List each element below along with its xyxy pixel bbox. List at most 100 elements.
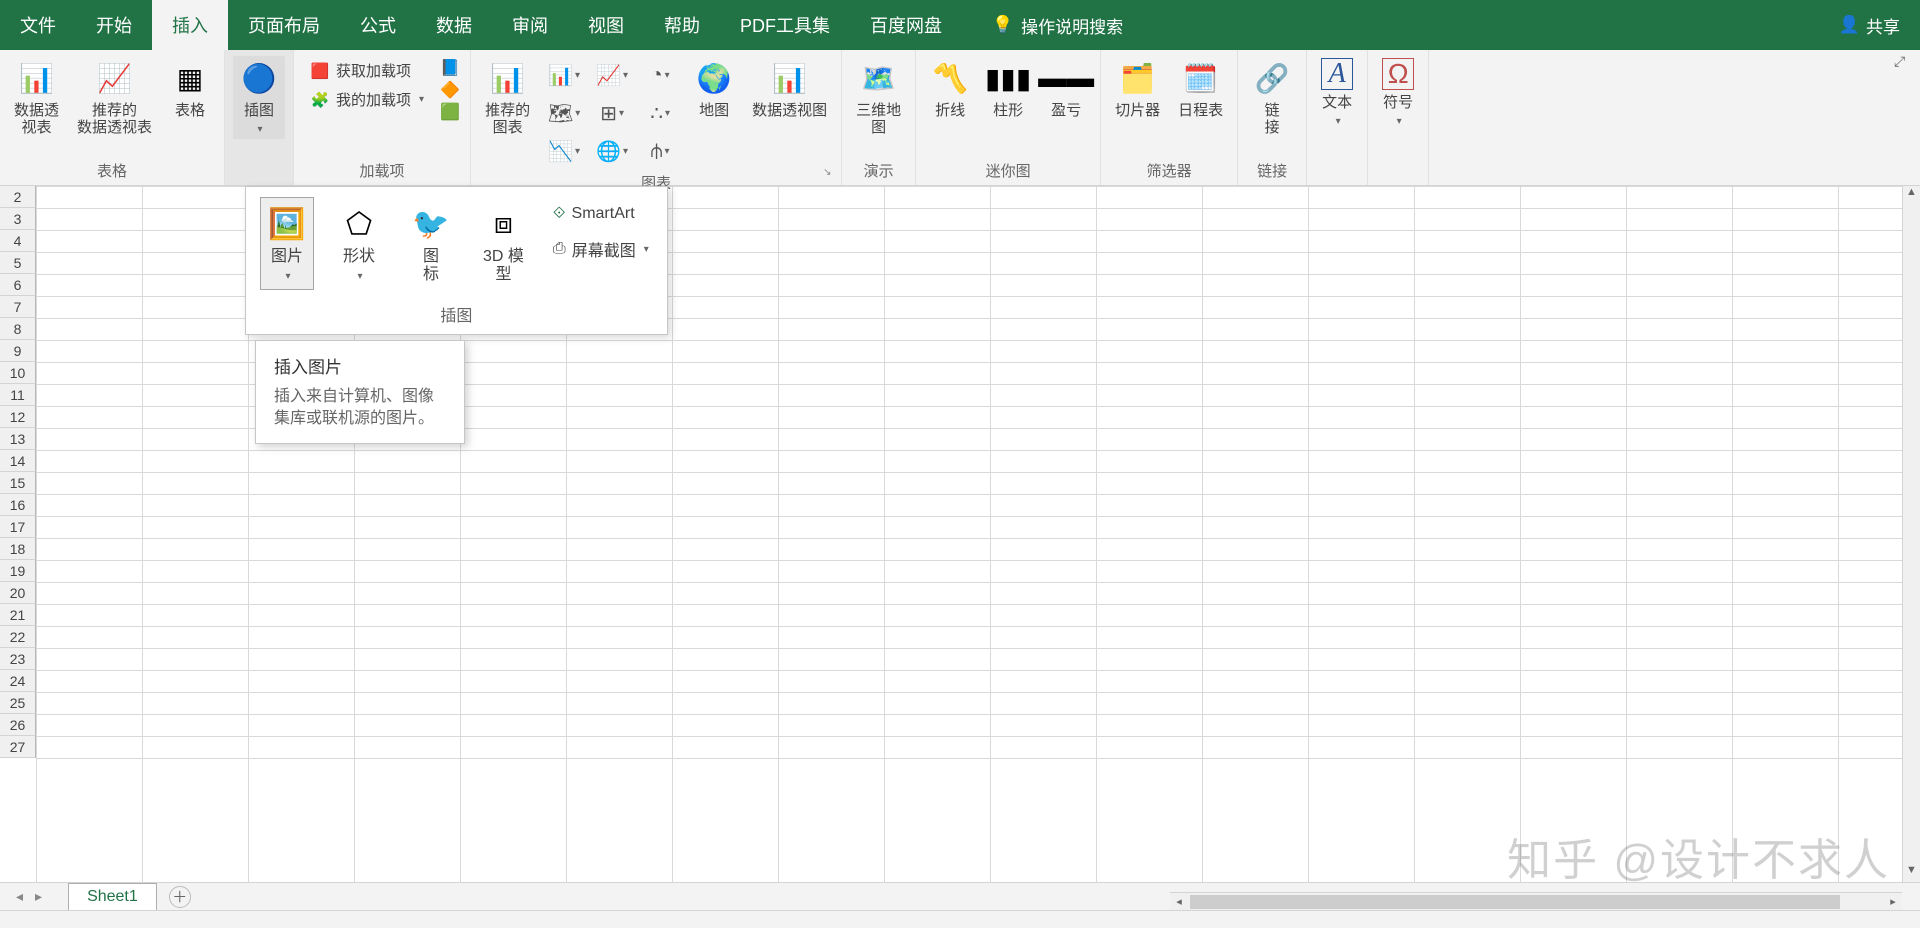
row-header[interactable]: 17 (0, 516, 36, 538)
visio-icon[interactable]: 📘 (440, 58, 460, 78)
table-button[interactable]: ▦ 表格 (164, 56, 216, 121)
sparkline-line-button[interactable]: 〽️折线 (924, 56, 976, 121)
row-header[interactable]: 3 (0, 208, 36, 230)
row-header[interactable]: 26 (0, 714, 36, 736)
chart-surface-button[interactable]: 🌐▾ (590, 134, 634, 168)
row-header[interactable]: 25 (0, 692, 36, 714)
row-header[interactable]: 24 (0, 670, 36, 692)
screenshot-button[interactable]: ⎙屏幕截图▾ (549, 235, 653, 263)
chevron-down-icon: ▾ (1397, 116, 1402, 127)
row-header[interactable]: 13 (0, 428, 36, 450)
row-header[interactable]: 19 (0, 560, 36, 582)
row-header[interactable]: 5 (0, 252, 36, 274)
row-header[interactable]: 14 (0, 450, 36, 472)
charts-dialog-launcher[interactable]: ↘ (823, 167, 837, 181)
hscroll-track[interactable] (1188, 893, 1884, 911)
sheet-tab-active[interactable]: Sheet1 (68, 883, 157, 910)
row-header[interactable]: 16 (0, 494, 36, 516)
row-header[interactable]: 22 (0, 626, 36, 648)
sparkline-winloss-button[interactable]: ▬▬盈亏 (1040, 56, 1092, 121)
share-button[interactable]: 👤 共享 (1839, 13, 1900, 38)
sheet-next-button[interactable]: ▸ (29, 888, 48, 905)
ribbon-tabs: 文件 开始 插入 页面布局 公式 数据 审阅 视图 帮助 PDF工具集 百度网盘 (0, 0, 962, 50)
slicer-button[interactable]: 🗂️切片器 (1109, 56, 1166, 121)
sparkline-column-button[interactable]: ▮▮▮柱形 (982, 56, 1034, 121)
text-button[interactable]: A文本▾ (1315, 56, 1359, 131)
smartart-button[interactable]: ⟐SmartArt (549, 203, 653, 225)
pivot-chart-button[interactable]: 📊 数据透视图 (746, 56, 833, 121)
tab-file[interactable]: 文件 (0, 0, 76, 50)
my-addins-label: 我的加载项 (336, 89, 411, 110)
bing-icon[interactable]: 🔶 (440, 80, 460, 100)
symbol-button[interactable]: Ω符号▾ (1376, 56, 1420, 131)
row-header[interactable]: 2 (0, 186, 36, 208)
timeline-button[interactable]: 🗓️日程表 (1172, 56, 1229, 121)
map3d-button[interactable]: 🗺️ 三维地 图 (850, 56, 907, 139)
chart-column-button[interactable]: 📊▾ (542, 58, 586, 92)
row-header[interactable]: 10 (0, 362, 36, 384)
tab-help[interactable]: 帮助 (644, 0, 720, 50)
add-sheet-button[interactable]: ＋ (169, 886, 191, 908)
insert-picture-label: 图片▾ (271, 248, 303, 283)
row-header[interactable]: 21 (0, 604, 36, 626)
recommended-charts-button[interactable]: 📊 推荐的 图表 (479, 56, 536, 139)
chart-stat-button[interactable]: ⊞▾ (590, 96, 634, 130)
chart-scatter-button[interactable]: ∴▾ (638, 96, 682, 130)
pivot-table-label: 数据透 视表 (14, 102, 59, 137)
tab-data[interactable]: 数据 (416, 0, 492, 50)
tab-home[interactable]: 开始 (76, 0, 152, 50)
3d-model-button[interactable]: ⧈ 3D 模 型 (476, 197, 531, 290)
chart-hierarchy-button[interactable]: 🗺▾ (542, 96, 586, 130)
row-header[interactable]: 12 (0, 406, 36, 428)
row-header[interactable]: 20 (0, 582, 36, 604)
illustrations-dropdown: 🖼️ 图片▾ ⬠ 形状▾ 🐦 图 标 ⧈ 3D 模 型 ⟐SmartArt ⎙屏… (245, 186, 668, 335)
row-header[interactable]: 6 (0, 274, 36, 296)
row-header[interactable]: 15 (0, 472, 36, 494)
chart-waterfall-button[interactable]: 📉▾ (542, 134, 586, 168)
scroll-left-icon[interactable]: ◂ (1170, 895, 1188, 908)
sheet-prev-button[interactable]: ◂ (10, 888, 29, 905)
scroll-up-icon[interactable]: ▲ (1903, 186, 1920, 204)
recommended-pivot-label: 推荐的 数据透视表 (77, 102, 152, 137)
shapes-button[interactable]: ⬠ 形状▾ (332, 197, 386, 290)
scroll-down-icon[interactable]: ▼ (1903, 864, 1920, 882)
icons-button[interactable]: 🐦 图 标 (404, 197, 458, 290)
group-tables-label: 表格 (8, 156, 216, 181)
illustrations-button[interactable]: 🔵 插图▾ (233, 56, 285, 139)
pivot-table-button[interactable]: 📊 数据透 视表 (8, 56, 65, 139)
row-header[interactable]: 23 (0, 648, 36, 670)
row-header[interactable]: 4 (0, 230, 36, 252)
horizontal-scrollbar[interactable]: ◂ ▸ (1170, 892, 1902, 910)
tab-review[interactable]: 审阅 (492, 0, 568, 50)
tab-baidu[interactable]: 百度网盘 (850, 0, 962, 50)
tab-insert[interactable]: 插入 (152, 0, 228, 50)
status-bar (0, 910, 1920, 928)
chart-combo-button[interactable]: ⫛▾ (638, 134, 682, 168)
row-header[interactable]: 8 (0, 318, 36, 340)
link-button[interactable]: 🔗链 接 (1246, 56, 1298, 139)
my-addins-button[interactable]: 🧩我的加载项▾ (304, 87, 430, 112)
recommended-pivot-button[interactable]: 📈 推荐的 数据透视表 (71, 56, 158, 139)
tab-pdf[interactable]: PDF工具集 (720, 0, 850, 50)
row-header[interactable]: 9 (0, 340, 36, 362)
people-icon[interactable]: 🟩 (440, 102, 460, 122)
tab-formula[interactable]: 公式 (340, 0, 416, 50)
hscroll-thumb[interactable] (1190, 895, 1840, 909)
vertical-scrollbar[interactable]: ▲ ▼ (1902, 186, 1920, 882)
get-addins-button[interactable]: 🟥获取加载项 (304, 58, 430, 83)
chart-pie-button[interactable]: ◔▾ (638, 58, 682, 92)
link-label: 链 接 (1265, 102, 1280, 137)
row-header[interactable]: 27 (0, 736, 36, 758)
shapes-label: 形状▾ (343, 248, 375, 283)
collapse-ribbon-button[interactable]: ⤢ (1894, 53, 1914, 73)
row-header[interactable]: 18 (0, 538, 36, 560)
insert-picture-button[interactable]: 🖼️ 图片▾ (260, 197, 314, 290)
tab-layout[interactable]: 页面布局 (228, 0, 340, 50)
tab-view[interactable]: 视图 (568, 0, 644, 50)
row-header[interactable]: 11 (0, 384, 36, 406)
chart-line-button[interactable]: 📈▾ (590, 58, 634, 92)
scroll-right-icon[interactable]: ▸ (1884, 895, 1902, 908)
map-chart-button[interactable]: 🌍 地图 (688, 56, 740, 121)
tell-me-search[interactable]: 💡 操作说明搜索 (992, 13, 1123, 38)
row-header[interactable]: 7 (0, 296, 36, 318)
